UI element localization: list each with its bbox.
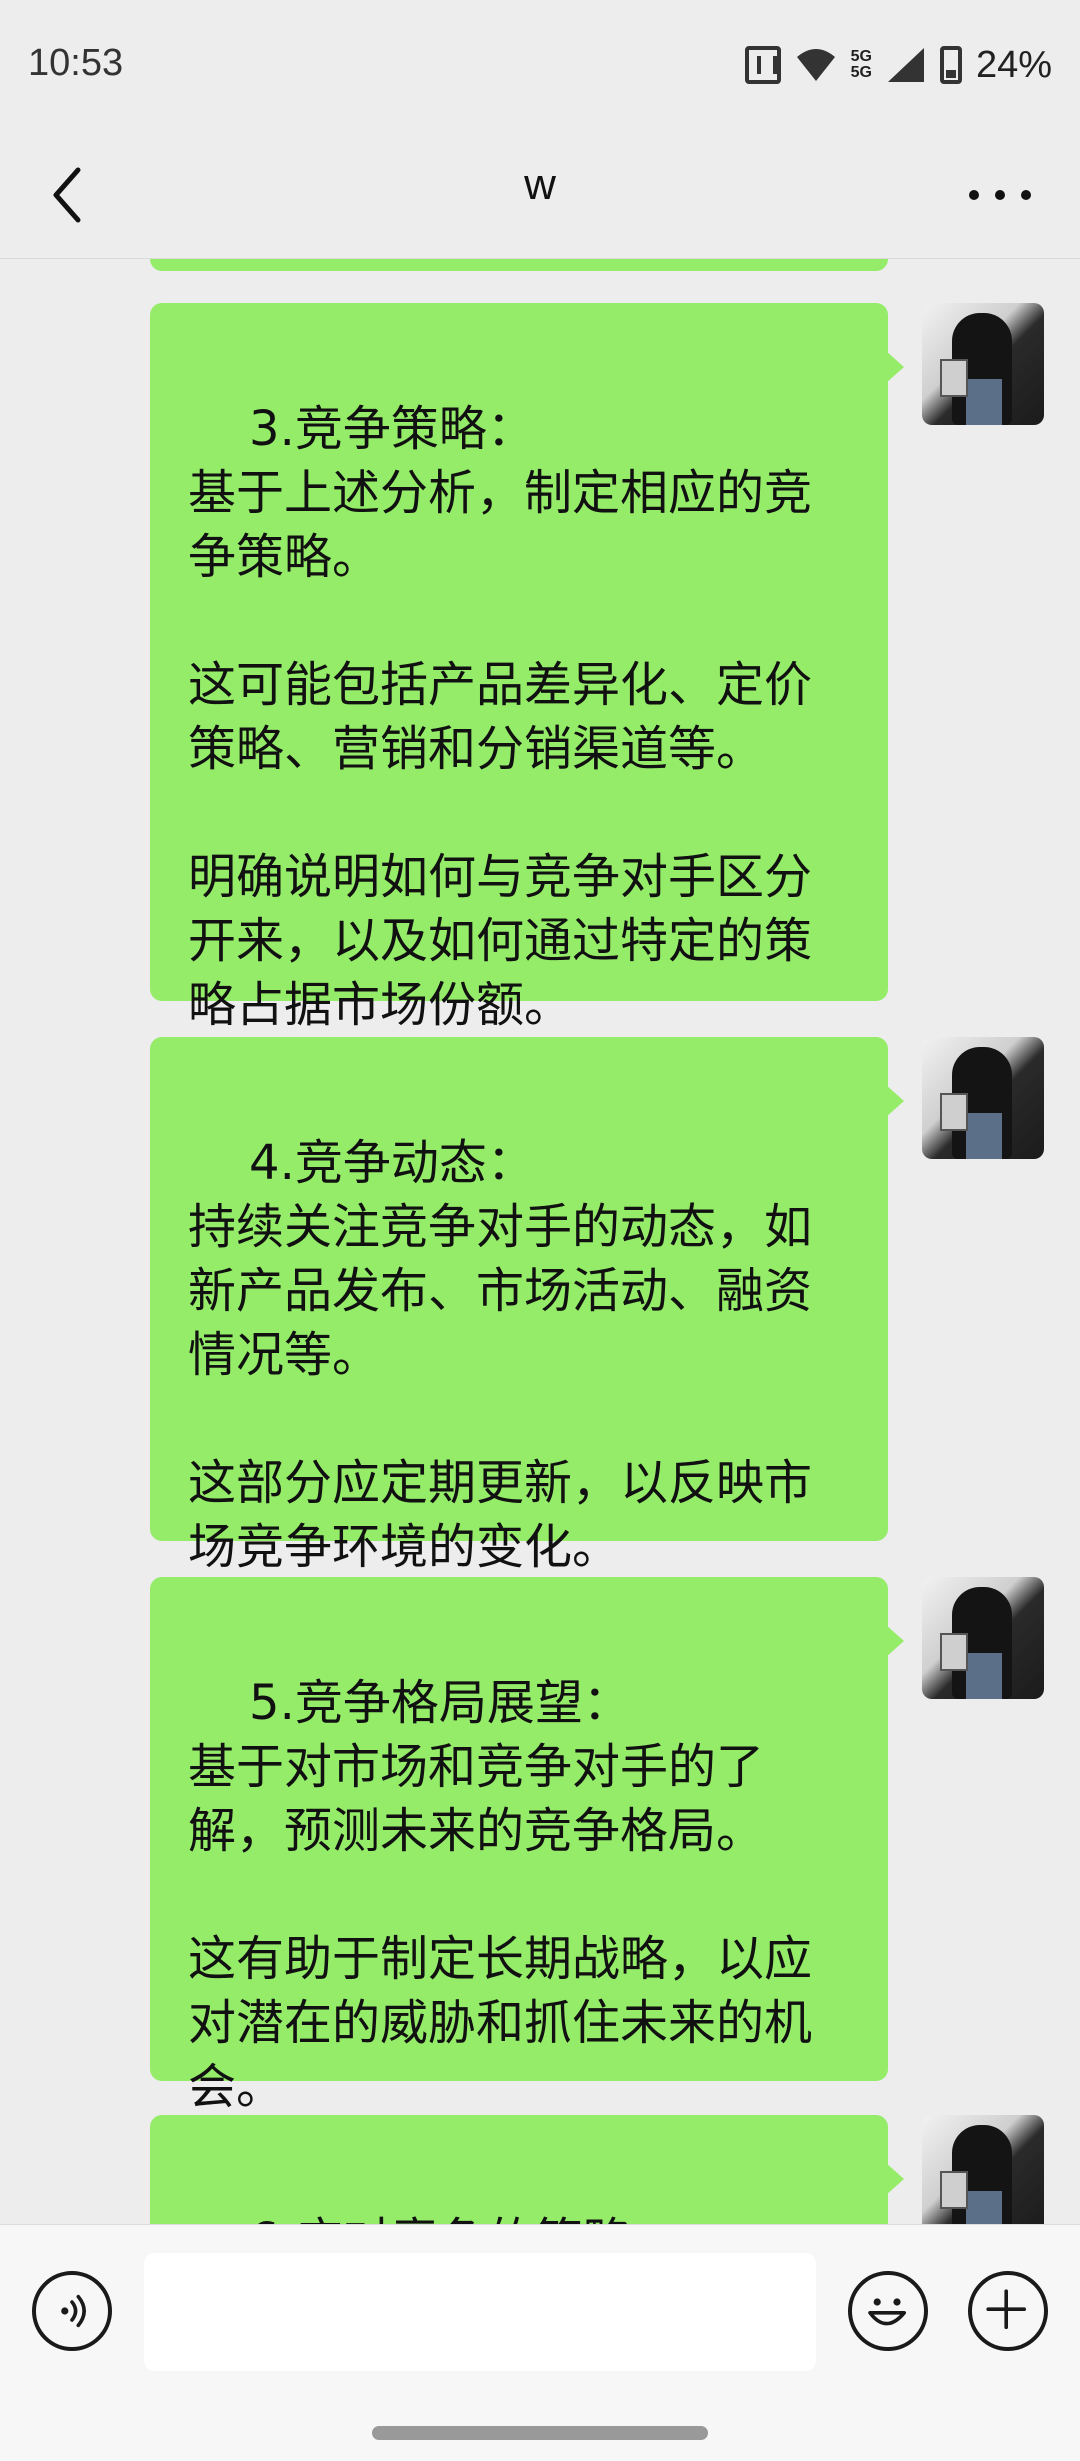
home-indicator[interactable]: [372, 2426, 708, 2440]
previous-message-bubble[interactable]: [150, 259, 888, 271]
bubble-tail: [886, 351, 904, 383]
message-input[interactable]: [144, 2253, 816, 2371]
bubble-tail: [886, 2163, 904, 2195]
emoji-icon[interactable]: [848, 2271, 928, 2351]
message-bubble[interactable]: 6.应对竞争的策略： 为应对竞争，提出具体的行动: [150, 2115, 904, 2224]
avatar[interactable]: [922, 1037, 1044, 1159]
voice-icon[interactable]: [32, 2271, 112, 2351]
chat-header: w: [0, 130, 1080, 259]
status-bar: 10:53 5G 5G 24%: [0, 0, 1080, 130]
message-text: 5.竞争格局展望： 基于对市场和竞争对手的了解，预测未来的竞争格局。 这有助于制…: [188, 1675, 813, 2115]
nfc-icon: [744, 46, 781, 84]
chat-title: w: [524, 160, 556, 209]
bubble-tail: [886, 1625, 904, 1657]
message-text: 4.竞争动态： 持续关注竞争对手的动态，如新产品发布、市场活动、融资情况等。 这…: [188, 1135, 813, 1575]
network-type: 5G 5G: [850, 48, 872, 81]
message-bubble[interactable]: 3.竞争策略： 基于上述分析，制定相应的竞争策略。 这可能包括产品差异化、定价策…: [150, 303, 904, 1033]
status-time: 10:53: [28, 42, 124, 84]
more-horizontal-icon[interactable]: [960, 170, 1040, 220]
message-text: 6.应对竞争的策略： 为应对竞争，提出具体的行动: [188, 2213, 812, 2224]
message-bubble[interactable]: 4.竞争动态： 持续关注竞争对手的动态，如新产品发布、市场活动、融资情况等。 这…: [150, 1037, 904, 1575]
plus-icon[interactable]: [968, 2271, 1048, 2351]
message-bubble[interactable]: 5.竞争格局展望： 基于对市场和竞争对手的了解，预测未来的竞争格局。 这有助于制…: [150, 1577, 904, 2115]
message-list[interactable]: 3.竞争策略： 基于上述分析，制定相应的竞争策略。 这可能包括产品差异化、定价策…: [0, 259, 1080, 2224]
status-icons: 5G 5G 24%: [744, 40, 1052, 90]
avatar[interactable]: [922, 2115, 1044, 2224]
avatar[interactable]: [922, 1577, 1044, 1699]
battery-level: 24%: [975, 43, 1052, 86]
message-text: 3.竞争策略： 基于上述分析，制定相应的竞争策略。 这可能包括产品差异化、定价策…: [188, 401, 813, 1033]
bubble-tail: [886, 1085, 904, 1117]
avatar[interactable]: [922, 303, 1044, 425]
wifi-icon: [796, 49, 835, 81]
battery-icon: [939, 46, 962, 84]
signal-icon: [887, 48, 924, 82]
